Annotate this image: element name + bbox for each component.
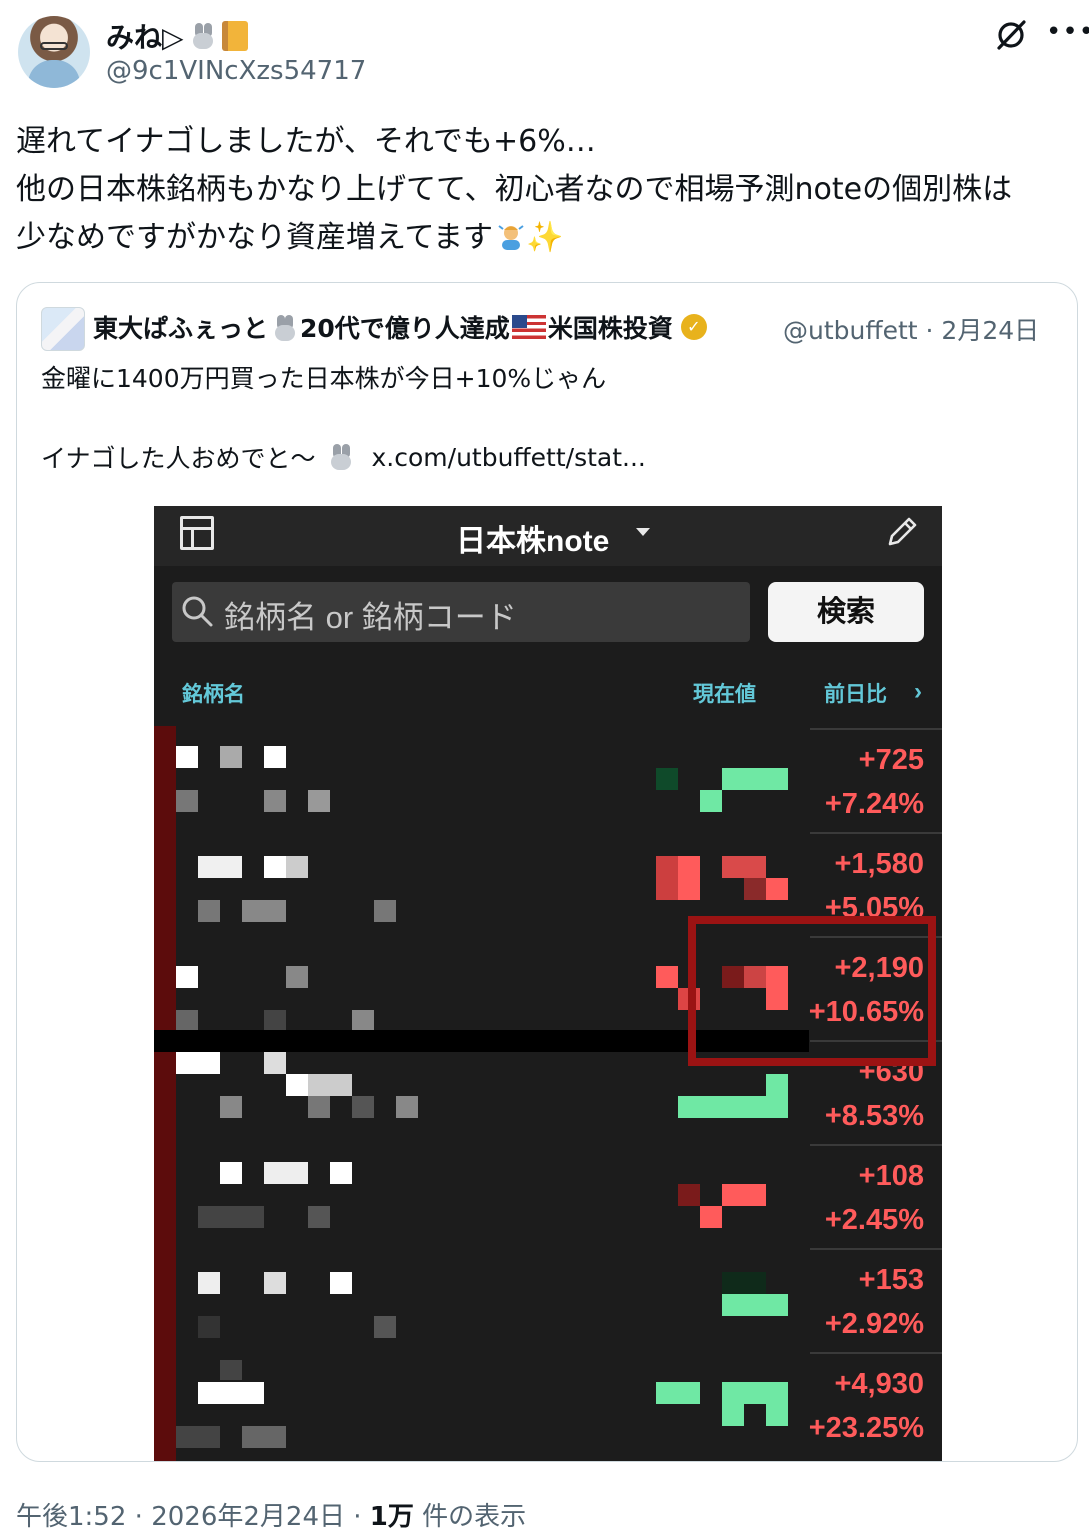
row-divider: [810, 1352, 942, 1354]
row-divider: [810, 1144, 942, 1146]
quoted-text-line: 金曜に1400万円買った日本株が今日+10%じゃん: [41, 364, 607, 393]
menu-icon[interactable]: [180, 516, 214, 550]
attached-app-screenshot[interactable]: 日本株note 銘柄名 or 銘柄コード 検索 銘柄名 現在値 前日比 › +7…: [154, 506, 942, 1461]
search-button[interactable]: 検索: [768, 582, 924, 642]
change-abs: +725: [858, 744, 924, 776]
notebook-emoji-icon: [221, 21, 248, 51]
quoted-text-line-2: イナゴした人おめでと〜 x.com/utbuffett/stat...: [41, 439, 646, 475]
us-flag-icon: [511, 315, 546, 339]
quoted-name-part: 東大ぱふぇっと: [93, 314, 269, 343]
column-header-price[interactable]: 現在値: [693, 678, 756, 708]
author-handle[interactable]: @9c1VINcXzs54717: [106, 56, 366, 86]
quoted-text: イナゴした人おめでと〜: [41, 444, 316, 473]
quoted-handle[interactable]: @utbuffett: [783, 316, 918, 345]
post-time[interactable]: 午後1:52: [16, 1502, 126, 1532]
rabbit-emoji-icon: [188, 21, 218, 51]
rabbit-emoji-icon: [270, 313, 298, 341]
row-divider: [810, 1248, 942, 1250]
column-header-name[interactable]: 銘柄名: [182, 678, 245, 708]
genie-emoji-icon: [498, 225, 524, 250]
quoted-name-part: 米国株投資: [547, 314, 673, 343]
author-avatar[interactable]: [18, 16, 90, 88]
column-header-change[interactable]: 前日比: [824, 678, 887, 708]
quoted-post[interactable]: 東大ぱふぇっと 20代で億り人達成 米国株投資 ✓ @utbuffett · 2…: [16, 282, 1078, 1462]
row-divider: [810, 728, 942, 730]
chevron-right-icon[interactable]: ›: [914, 678, 922, 706]
quoted-name-part: 20代で億り人達成: [300, 314, 510, 343]
tweet-line: 遅れてイナゴしましたが、それでも+6%…: [16, 124, 596, 159]
row-divider: [810, 832, 942, 834]
change-abs: +108: [858, 1160, 924, 1192]
post-footer: 午後1:52 · 2026年2月24日 · 1万 件の表示: [16, 1502, 527, 1532]
dropdown-caret-icon[interactable]: [636, 528, 650, 536]
highlight-box: [688, 916, 936, 1066]
grok-icon[interactable]: [994, 18, 1028, 52]
sparkles-emoji-icon: ✨: [526, 220, 564, 255]
app-title[interactable]: 日本株note: [456, 516, 609, 560]
quoted-meta: @utbuffett · 2月24日: [783, 316, 1040, 345]
change-abs: +4,930: [834, 1368, 924, 1400]
tweet-line: 他の日本株銘柄もかなり上げてて、初心者なので相場予測noteの個別株は: [16, 172, 1013, 207]
search-icon: [182, 596, 213, 627]
search-placeholder: 銘柄名 or 銘柄コード: [224, 600, 517, 635]
quoted-link[interactable]: x.com/utbuffett/stat...: [372, 443, 646, 472]
view-count: 1万: [369, 1502, 414, 1532]
view-label: 件の表示: [422, 1502, 527, 1532]
pencil-icon[interactable]: [884, 514, 920, 550]
search-input[interactable]: 銘柄名 or 銘柄コード: [172, 582, 750, 642]
post-date[interactable]: 2026年2月24日: [151, 1502, 345, 1532]
tweet-line-last: 少なめですがかなり資産増えてます ✨: [16, 214, 1076, 262]
change-pct: +8.53%: [824, 1100, 924, 1132]
change-pct: +2.92%: [824, 1308, 924, 1340]
row-accent-stripe: [154, 726, 176, 1461]
change-pct: +23.25%: [808, 1412, 924, 1444]
rabbit-emoji-icon: [326, 442, 356, 472]
more-options-icon[interactable]: •••: [1046, 19, 1089, 50]
quoted-author-avatar[interactable]: [41, 307, 85, 351]
avatar-body: [28, 60, 80, 88]
change-pct: +2.45%: [824, 1204, 924, 1236]
author-display-name[interactable]: みね▷: [106, 16, 184, 56]
author-name-row[interactable]: みね▷: [106, 14, 248, 58]
verified-badge-icon: ✓: [680, 314, 707, 340]
quoted-author-name[interactable]: 東大ぱふぇっと 20代で億り人達成 米国株投資 ✓: [93, 309, 707, 345]
quoted-date[interactable]: 2月24日: [941, 316, 1039, 345]
avatar-glasses: [40, 42, 68, 50]
change-abs: +153: [858, 1264, 924, 1296]
tweet-line-text: 少なめですがかなり資産増えてます: [16, 220, 493, 255]
change-abs: +1,580: [834, 848, 924, 880]
change-pct: +7.24%: [824, 788, 924, 820]
tweet-text: 遅れてイナゴしましたが、それでも+6%… 他の日本株銘柄もかなり上げてて、初心者…: [16, 118, 1076, 262]
